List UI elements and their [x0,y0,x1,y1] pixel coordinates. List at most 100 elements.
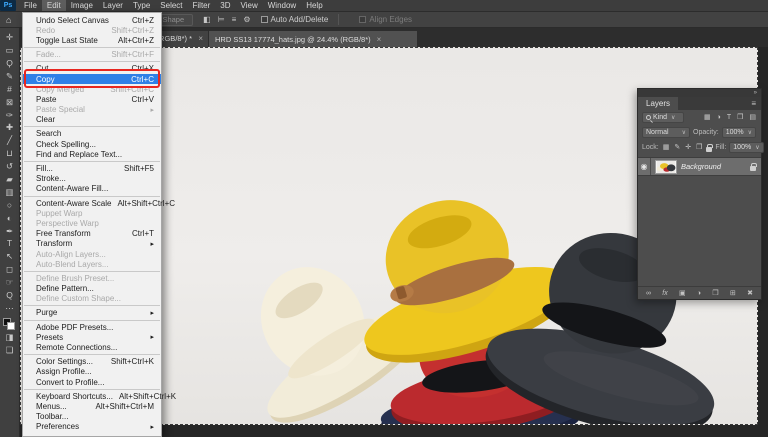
lock-transparency-icon[interactable]: ▦ [662,144,671,151]
type-filter-icon[interactable]: T [726,114,732,121]
delete-layer-icon[interactable]: ✖ [746,290,754,297]
menu-item-define-custom-shape[interactable]: Define Custom Shape... [23,294,161,304]
healing-brush-tool[interactable]: ✚ [1,121,19,134]
layer-lock-icon[interactable] [750,162,757,171]
menu-item-toolbar[interactable]: Toolbar... [23,412,161,422]
menubar-item-3d[interactable]: 3D [215,0,235,11]
menu-item-puppet-warp[interactable]: Puppet Warp [23,208,161,218]
path-operations-icon[interactable]: ◧ [203,15,211,24]
shape-filter-icon[interactable]: ❒ [736,114,744,121]
menu-item-transform[interactable]: Transform ▸ [23,239,161,249]
align-edges-checkbox[interactable] [359,16,367,23]
menu-item-check-spelling[interactable]: Check Spelling... [23,139,161,149]
edit-toolbar-icon[interactable]: ⋯ [1,302,19,315]
layer-effects-icon[interactable]: fx [661,290,668,297]
menu-item-remote-connections[interactable]: Remote Connections... [23,342,161,352]
blur-tool[interactable]: ○ [1,199,19,212]
menu-item-adobe-pdf-presets[interactable]: Adobe PDF Presets... [23,322,161,332]
adjustment-filter-icon[interactable]: ◑ [716,114,722,121]
brush-tool[interactable]: ╱ [1,134,19,147]
path-alignment-icon[interactable]: ⊨ [218,15,225,24]
layer-mask-icon[interactable]: ▣ [678,290,687,297]
menu-item-convert-to-profile[interactable]: Convert to Profile... [23,377,161,387]
lock-artboard-icon[interactable]: ❒ [695,144,703,151]
collapse-panel-icon[interactable]: » [754,89,757,97]
zoom-tool[interactable]: Q [1,289,19,302]
menubar-item-help[interactable]: Help [301,0,327,11]
menu-item-auto-align-layers[interactable]: Auto-Align Layers... [23,249,161,259]
lock-all-icon[interactable] [706,143,714,152]
marquee-tool[interactable]: ▭ [1,44,19,57]
menu-item-content-aware-scale[interactable]: Content-Aware Scale Alt+Shift+Ctrl+C [23,198,175,208]
lock-position-icon[interactable]: ✛ [684,144,692,151]
menu-item-assign-profile[interactable]: Assign Profile... [23,367,161,377]
menu-item-perspective-warp[interactable]: Perspective Warp [23,218,161,228]
menubar-item-view[interactable]: View [236,0,263,11]
menubar-item-type[interactable]: Type [128,0,155,11]
eraser-tool[interactable]: ▰ [1,173,19,186]
screen-mode-icon[interactable]: ❏ [1,343,19,356]
menu-item-copy[interactable]: Copy Ctrl+C [23,73,161,85]
lock-pixels-icon[interactable]: ✎ [673,144,681,151]
menu-item-paste-special[interactable]: Paste Special ▸ [23,105,161,115]
menu-item-paste[interactable]: Paste Ctrl+V [23,94,161,104]
menubar-item-image[interactable]: Image [66,0,98,11]
eyedropper-tool[interactable]: ✑ [1,108,19,121]
layer-thumbnail[interactable] [655,159,677,174]
type-tool[interactable]: T [1,237,19,250]
layer-row-background[interactable]: ◉ Background [638,157,761,176]
menu-item-content-aware-fill[interactable]: Content-Aware Fill... [23,184,161,194]
auto-add-delete-checkbox[interactable] [260,16,268,23]
menu-item-fill[interactable]: Fill... Shift+F5 [23,163,161,173]
filter-kind-dropdown[interactable]: Kind ∨ [642,112,684,123]
pixel-filter-icon[interactable]: ▦ [703,114,712,121]
menu-item-cut[interactable]: Cut Ctrl+X [23,64,161,74]
adjustment-layer-icon[interactable]: ◑ [696,290,702,297]
quick-selection-tool[interactable]: ✎ [1,70,19,83]
shape-tool[interactable]: ◻ [1,263,19,276]
path-selection-tool[interactable]: ↖ [1,250,19,263]
menu-item-purge[interactable]: Purge ▸ [23,308,161,318]
move-tool[interactable]: ✛ [1,31,19,44]
menu-item-toggle-last-state[interactable]: Toggle Last State Alt+Ctrl+Z [23,35,161,45]
menu-item-define-pattern[interactable]: Define Pattern... [23,284,161,294]
menubar-item-edit[interactable]: Edit [41,0,66,11]
menu-item-copy-merged[interactable]: Copy Merged Shift+Ctrl+C [23,84,161,94]
menu-item-fade[interactable]: Fade... Shift+Ctrl+F [23,50,161,60]
menu-item-menus[interactable]: Menus... Alt+Shift+Ctrl+M [23,401,161,411]
menu-item-search[interactable]: Search [23,129,161,139]
frame-tool[interactable]: ⊠ [1,95,19,108]
close-tab-icon[interactable]: × [198,31,203,47]
blend-mode-dropdown[interactable]: Normal ∨ [642,127,690,138]
quick-mask-icon[interactable]: ◨ [1,331,19,344]
color-swatches[interactable] [3,317,16,331]
panel-menu-icon[interactable]: ≡ [746,97,761,110]
menubar-item-filter[interactable]: Filter [188,0,216,11]
gradient-tool[interactable]: ▥ [1,186,19,199]
menubar-item-select[interactable]: Select [155,0,187,11]
menu-item-stroke[interactable]: Stroke... [23,174,161,184]
fill-dropdown[interactable]: 100% ∨ [729,142,764,153]
opacity-dropdown[interactable]: 100% ∨ [721,127,756,138]
menu-item-free-transform[interactable]: Free Transform Ctrl+T [23,229,161,239]
menu-item-clear[interactable]: Clear [23,115,161,125]
tab-layers[interactable]: Layers [638,97,679,110]
link-layers-icon[interactable]: ∞ [645,290,652,297]
menu-item-preferences[interactable]: Preferences ▸ [23,422,161,432]
layer-group-icon[interactable]: ❒ [711,290,719,297]
menu-item-keyboard-shortcuts[interactable]: Keyboard Shortcuts... Alt+Shift+Ctrl+K [23,391,176,401]
background-color-swatch[interactable] [7,321,15,330]
menu-item-auto-blend-layers[interactable]: Auto-Blend Layers... [23,259,161,269]
path-arrangement-icon[interactable]: ≡ [232,15,237,24]
menubar-item-window[interactable]: Window [263,0,301,11]
menubar-item-layer[interactable]: Layer [98,0,128,11]
menu-item-color-settings[interactable]: Color Settings... Shift+Ctrl+K [23,357,161,367]
menu-item-redo[interactable]: Redo Shift+Ctrl+Z [23,25,161,35]
active-document-tab[interactable]: HRD SS13 17774_hats.jpg @ 24.4% (RGB/8*)… [209,31,417,47]
lasso-tool[interactable]: Ϙ [1,57,19,70]
clone-stamp-tool[interactable]: ⊔ [1,147,19,160]
menu-item-presets[interactable]: Presets ▸ [23,332,161,342]
menubar-item-file[interactable]: File [19,0,42,11]
close-tab-icon[interactable]: × [377,35,382,44]
new-layer-icon[interactable]: ⊞ [729,290,737,297]
